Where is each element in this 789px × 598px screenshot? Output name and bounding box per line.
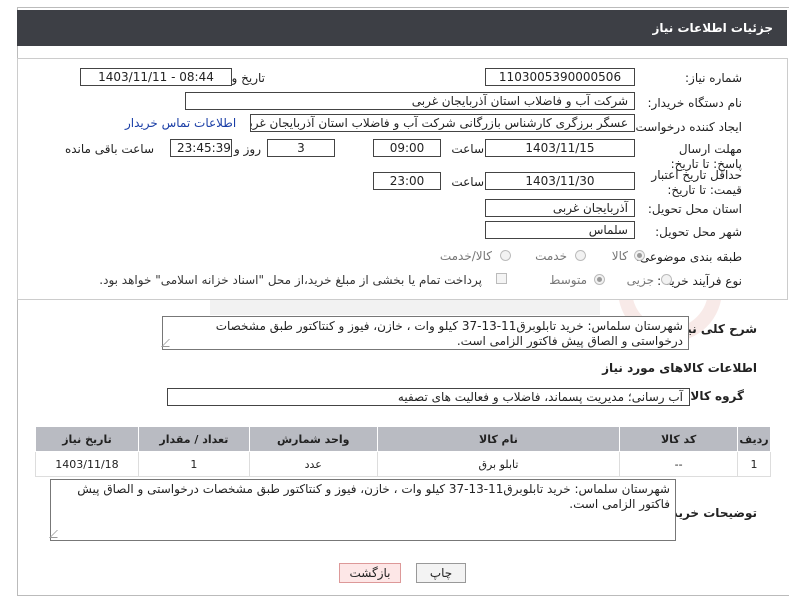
- category-radio-goods[interactable]: [634, 250, 645, 261]
- validity-time-field: 23:00: [373, 172, 441, 190]
- deadline-time-label: ساعت: [451, 142, 484, 156]
- creator-label: ایجاد کننده درخواست:: [631, 120, 742, 134]
- table-header-row: ردیف کد کالا نام کالا واحد شمارش تعداد /…: [35, 426, 771, 452]
- payment-note: پرداخت تمام یا بخشی از مبلغ خرید،از محل …: [99, 273, 482, 287]
- print-button[interactable]: چاپ: [416, 563, 466, 583]
- description-text: شهرستان سلماس: خرید تابلوبرق11-13-37 کیل…: [161, 316, 689, 350]
- goods-group-label: گروه کالا:: [685, 389, 744, 403]
- need-number-label: شماره نیاز:: [685, 71, 742, 85]
- city-field: سلماس: [485, 221, 635, 239]
- cell-unit: عدد: [248, 451, 378, 477]
- contact-buyer-link[interactable]: اطلاعات تماس خریدار: [125, 116, 236, 130]
- buyer-notes-text: شهرستان سلماس: خرید تابلوبرق11-13-37 کیل…: [49, 479, 676, 541]
- resize-grip-icon: [161, 339, 177, 347]
- remaining-time-field: 23:45:39: [170, 139, 232, 157]
- deadline-date-field: 1403/11/15: [485, 139, 635, 157]
- cell-row: 1: [737, 451, 771, 477]
- col-qty: تعداد / مقدار: [137, 426, 250, 452]
- goods-group-field: آب رسانی؛ مدیریت پسماند، فاضلاب و فعالیت…: [167, 388, 690, 406]
- col-code: کد کالا: [619, 426, 739, 452]
- col-date: تاریخ نیاز: [35, 426, 139, 452]
- process-option-medium: متوسط: [549, 273, 587, 287]
- cell-name: تابلو برق: [376, 451, 621, 477]
- treasury-checkbox[interactable]: [496, 273, 507, 284]
- description-content: شهرستان سلماس: خرید تابلوبرق11-13-37 کیل…: [215, 319, 683, 348]
- back-button[interactable]: بازگشت: [339, 563, 401, 583]
- buyer-field: شرکت آب و فاضلاب استان آذربایجان غربی: [185, 92, 635, 110]
- province-label: استان محل تحویل:: [647, 202, 742, 216]
- creator-field: عسگر برزگری کارشناس بازرگانی شرکت آب و ف…: [250, 114, 635, 132]
- process-radio-minor[interactable]: [661, 274, 672, 285]
- cell-date: 1403/11/18: [35, 451, 139, 477]
- need-number-field: 1103005390000506: [485, 68, 635, 86]
- announce-field: 1403/11/11 - 08:44: [80, 68, 232, 86]
- process-option-minor: جزیی: [626, 273, 654, 287]
- validity-date-field: 1403/11/30: [485, 172, 635, 190]
- category-radio-service[interactable]: [575, 250, 586, 261]
- cell-qty: 1: [137, 451, 250, 477]
- table-row[interactable]: 1 -- تابلو برق عدد 1 1403/11/18: [35, 451, 771, 477]
- buyer-label: نام دستگاه خریدار:: [647, 96, 743, 110]
- days-field: 3: [267, 139, 335, 157]
- col-row: ردیف: [737, 426, 771, 452]
- province-field: آذربایجان غربی: [485, 199, 635, 217]
- col-unit: واحد شمارش: [248, 426, 378, 452]
- col-name: نام کالا: [376, 426, 621, 452]
- resize-grip-icon: [49, 530, 65, 538]
- category-label: طبقه بندی موضوعی:: [635, 250, 742, 264]
- cell-code: --: [619, 451, 739, 477]
- days-label: روز و: [234, 142, 261, 156]
- category-option-goods-service: کالا/خدمت: [439, 249, 492, 263]
- page-title: جزئیات اطلاعات نیاز: [17, 10, 787, 46]
- category-option-goods: کالا: [611, 249, 628, 263]
- process-radio-medium[interactable]: [594, 274, 605, 285]
- category-radio-goods-service[interactable]: [500, 250, 511, 261]
- validity-label: حداقل تاریخ اعتبار قیمت: تا تاریخ:: [651, 168, 742, 197]
- buyer-notes-content: شهرستان سلماس: خرید تابلوبرق11-13-37 کیل…: [77, 482, 670, 511]
- goods-table: ردیف کد کالا نام کالا واحد شمارش تعداد /…: [35, 426, 771, 477]
- deadline-time-field: 09:00: [373, 139, 441, 157]
- city-label: شهر محل تحویل:: [655, 225, 742, 239]
- validity-time-label: ساعت: [451, 175, 484, 189]
- category-option-service: خدمت: [535, 249, 567, 263]
- remaining-label: ساعت باقی مانده: [64, 142, 154, 156]
- goods-section-title: اطلاعات کالاهای مورد نیاز: [602, 361, 757, 375]
